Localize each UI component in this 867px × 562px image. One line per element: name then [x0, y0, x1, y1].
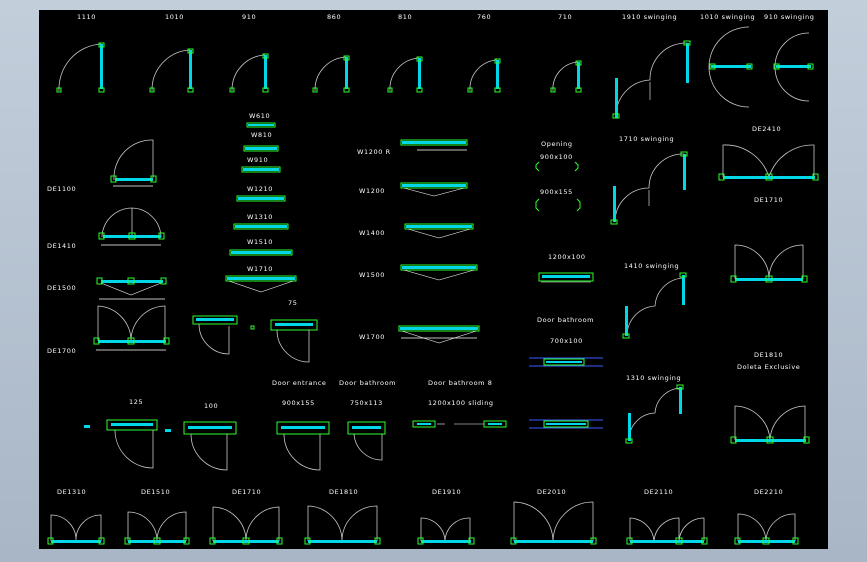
- door-1010-swinging: 1010 swinging: [700, 13, 755, 108]
- label-DE2110: DE2110: [644, 488, 673, 496]
- label-door-bathroom-8: Door bathroom 8: [428, 379, 493, 387]
- door-DE1510: DE1510: [124, 488, 190, 545]
- label-W1210: W1210: [247, 185, 273, 193]
- label-750x113: 750x113: [350, 399, 383, 407]
- door-DE1810-bottom: DE1810: [304, 488, 381, 545]
- label-75: 75: [288, 299, 297, 307]
- label-760: 760: [477, 13, 491, 21]
- door-1310-swinging: 1310 swinging: [625, 374, 684, 444]
- door-1110: 1110: [56, 13, 105, 93]
- door-860: 860: [312, 13, 350, 93]
- label-710: 710: [558, 13, 572, 21]
- label-W1310: W1310: [247, 213, 273, 221]
- label-910: 910: [242, 13, 256, 21]
- label-W1200R: W1200 R: [357, 148, 391, 156]
- label-W1510: W1510: [247, 238, 273, 246]
- door-1710-swinging: 1710 swinging: [610, 135, 688, 225]
- label-opening-900x100: 900x100: [540, 153, 573, 161]
- label-1200x100-sliding: 1200x100 sliding: [428, 399, 494, 407]
- door-DE1500: DE1500: [47, 277, 167, 300]
- door-910-swinging: 910 swinging: [764, 13, 814, 102]
- label-DE1810: DE1810: [754, 351, 783, 359]
- openings: Opening 900x100 900x155: [535, 140, 581, 212]
- label-700x100: 700x100: [550, 337, 583, 345]
- door-DE1710-bottom: DE1710: [209, 488, 283, 545]
- label-DE1410: DE1410: [47, 242, 76, 250]
- door-810: 810: [387, 13, 423, 93]
- label-860: 860: [327, 13, 341, 21]
- label-doleta-exclusive: Doleta Exclusive: [737, 363, 800, 371]
- door-DE2410: DE2410: [718, 125, 819, 181]
- label-1200x100: 1200x100: [548, 253, 586, 261]
- label-W1400: W1400: [359, 229, 385, 237]
- label-W1700: W1700: [359, 333, 385, 341]
- label-door-entrance: Door entrance: [272, 379, 327, 387]
- label-1710-swinging: 1710 swinging: [619, 135, 674, 143]
- label-entrance-900x155: 900x155: [282, 399, 315, 407]
- label-W910: W910: [247, 156, 268, 164]
- label-100: 100: [204, 402, 218, 410]
- door-DE1700: DE1700: [47, 305, 170, 355]
- label-125: 125: [129, 398, 143, 406]
- label-opening-900x155: 900x155: [540, 188, 573, 196]
- door-DE1410: DE1410: [47, 207, 165, 250]
- label-W1710: W1710: [247, 265, 273, 273]
- door-1410-swinging: 1410 swinging: [622, 262, 687, 339]
- door-DE2110: DE2110: [626, 488, 708, 545]
- door-entrance-row: Door entrance Door bathroom Door bathroo…: [84, 379, 507, 471]
- door-DE1910: DE1910: [417, 488, 475, 545]
- label-W1500: W1500: [359, 271, 385, 279]
- label-DE2010: DE2010: [537, 488, 566, 496]
- door-DE1100: DE1100: [47, 139, 157, 193]
- door-710: 710: [550, 13, 582, 93]
- window-series-1: W610 W810 W910 W1210 W1310 W1510 W1710: [225, 112, 297, 293]
- door-DE2010: DE2010: [510, 488, 597, 545]
- label-1010-swinging: 1010 swinging: [700, 13, 755, 21]
- door-1010: 1010: [149, 13, 194, 93]
- door-block-library-drawing[interactable]: 1110 1010 910 860 810 760 710 1910 swing…: [39, 10, 828, 549]
- label-DE1510: DE1510: [141, 488, 170, 496]
- label-door-bathroom-a: Door bathroom: [537, 316, 594, 324]
- label-DE1810-bottom: DE1810: [329, 488, 358, 496]
- label-1110: 1110: [77, 13, 96, 21]
- label-DE1310: DE1310: [57, 488, 86, 496]
- door-DE2210: DE2210: [734, 488, 799, 545]
- label-W810: W810: [251, 131, 272, 139]
- label-DE1500: DE1500: [47, 284, 76, 292]
- label-door-bathroom-b: Door bathroom: [339, 379, 396, 387]
- label-W1200: W1200: [359, 187, 385, 195]
- label-DE1710: DE1710: [754, 196, 783, 204]
- label-W610: W610: [249, 112, 270, 120]
- label-1410-swinging: 1410 swinging: [624, 262, 679, 270]
- door-1200x100: 1200x100 Door bathroom 700x100: [529, 253, 603, 429]
- label-DE1910: DE1910: [432, 488, 461, 496]
- door-75: 75: [192, 299, 318, 363]
- window-series-2: W1200 R W1200 W1400 W1500 W1700: [357, 139, 480, 344]
- label-910-swinging: 910 swinging: [764, 13, 814, 21]
- door-DE1810: DE1810 Doleta Exclusive: [730, 351, 810, 444]
- label-1010: 1010: [165, 13, 184, 21]
- label-DE1100: DE1100: [47, 185, 76, 193]
- label-DE1710-bottom: DE1710: [232, 488, 261, 496]
- label-810: 810: [398, 13, 412, 21]
- label-DE1700: DE1700: [47, 347, 76, 355]
- door-760: 760: [467, 13, 501, 93]
- door-DE1310: DE1310: [47, 488, 105, 545]
- label-1310-swinging: 1310 swinging: [626, 374, 681, 382]
- label-1910-swinging: 1910 swinging: [622, 13, 677, 21]
- label-DE2210: DE2210: [754, 488, 783, 496]
- door-910: 910: [229, 13, 269, 93]
- label-DE2410: DE2410: [752, 125, 781, 133]
- door-DE1710: DE1710: [730, 196, 808, 283]
- label-opening: Opening: [541, 140, 573, 148]
- door-1910-swinging: 1910 swinging: [612, 13, 691, 119]
- cad-drawing-canvas[interactable]: 1110 1010 910 860 810 760 710 1910 swing…: [39, 10, 828, 549]
